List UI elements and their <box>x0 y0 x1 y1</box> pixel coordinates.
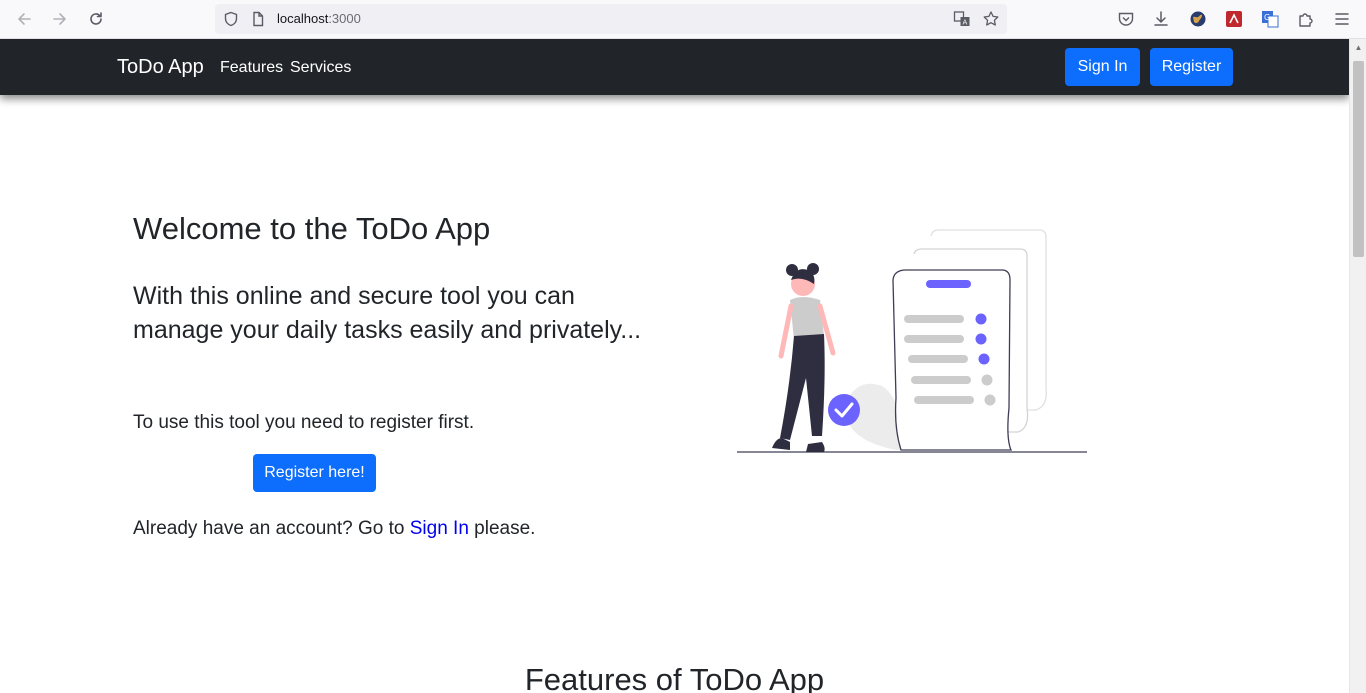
app-navbar: ToDo App Features Services Sign In Regis… <box>0 39 1349 95</box>
forward-icon[interactable] <box>49 8 71 30</box>
pocket-icon[interactable] <box>1116 9 1136 29</box>
menu-hamburger-icon[interactable] <box>1332 9 1352 29</box>
signin-button[interactable]: Sign In <box>1065 48 1140 86</box>
svg-text:A: A <box>963 19 968 27</box>
extension-globe-icon[interactable] <box>1188 9 1208 29</box>
nav-link-services[interactable]: Services <box>290 59 351 77</box>
register-note: To use this tool you need to register fi… <box>133 412 475 433</box>
nav-link-features[interactable]: Features <box>220 59 283 77</box>
browser-toolbar: localhost:3000 A G <box>0 0 1366 39</box>
navbar-brand[interactable]: ToDo App <box>117 56 204 79</box>
extensions-puzzle-icon[interactable] <box>1296 9 1316 29</box>
translate-icon[interactable]: A <box>952 9 972 29</box>
svg-text:G: G <box>1264 13 1270 22</box>
scroll-up-icon[interactable]: ▲ <box>1353 42 1364 53</box>
bookmark-star-icon[interactable] <box>981 9 1001 29</box>
features-section-title: Features of ToDo App <box>524 662 825 693</box>
url-text[interactable]: localhost:3000 <box>277 11 361 26</box>
back-icon[interactable] <box>13 8 35 30</box>
page-scrollbar[interactable]: ▲ <box>1349 39 1366 693</box>
signin-prompt: Already have an account? Go to Sign In p… <box>133 518 536 539</box>
extension-red-icon[interactable] <box>1224 9 1244 29</box>
page-icon[interactable] <box>248 9 268 29</box>
address-bar[interactable]: localhost:3000 A <box>215 4 1007 34</box>
todo-illustration <box>737 229 1087 453</box>
reload-icon[interactable] <box>85 8 107 30</box>
scroll-thumb[interactable] <box>1353 61 1364 257</box>
download-icon[interactable] <box>1151 9 1171 29</box>
signin-link[interactable]: Sign In <box>410 518 469 539</box>
welcome-title: Welcome to the ToDo App <box>133 211 491 246</box>
register-here-button[interactable]: Register here! <box>253 454 376 492</box>
hero-lead-text: With this online and secure tool you can… <box>133 282 642 344</box>
register-button[interactable]: Register <box>1150 48 1233 86</box>
page-content: ToDo App Features Services Sign In Regis… <box>0 39 1349 693</box>
shield-icon[interactable] <box>221 9 241 29</box>
extension-translate-icon[interactable]: G <box>1260 9 1280 29</box>
